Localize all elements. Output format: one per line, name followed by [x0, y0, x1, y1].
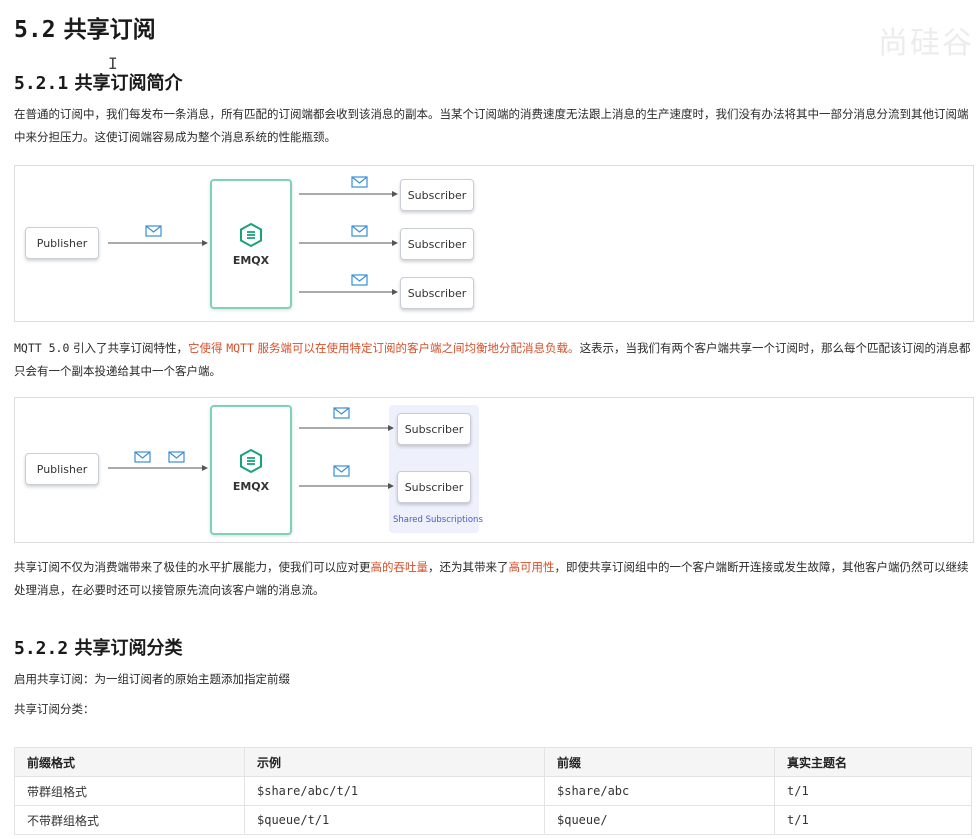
envelope-icon [351, 225, 368, 237]
subscriber-node: Subscriber [400, 179, 474, 211]
table-cell: $queue/ [544, 805, 775, 835]
classification-title: 共享订阅分类 [74, 638, 183, 659]
table-cell: $share/abc [544, 776, 775, 806]
envelope-icon [145, 225, 162, 237]
shared-subscription-diagram: Publisher EMQX Subscriber Subscriber Sha… [14, 397, 974, 543]
envelope-icon [351, 176, 368, 188]
para2-highlight-a: 它使得 [188, 341, 227, 355]
table-row: 带群组格式 $share/abc/t/1 $share/abc t/1 [14, 776, 972, 806]
intro-heading: 5.2.1 共享订阅简介 [14, 69, 182, 95]
classification-line-1: 启用共享订阅：为一组订阅者的原始主题添加指定前缀 [14, 672, 290, 686]
column-header: 真实主题名 [774, 747, 972, 777]
emqx-logo-icon [240, 448, 262, 473]
para3-highlight-throughput: 高的吞吐量 [370, 560, 429, 574]
envelope-icon [134, 451, 151, 463]
para3-highlight-availability: 高可用性 [508, 560, 555, 574]
broker-label: EMQX [232, 479, 270, 493]
section-title: 5.2 共享订阅 [14, 10, 156, 44]
column-header: 前缀格式 [14, 747, 245, 777]
publisher-node: Publisher [25, 453, 99, 485]
diagram2-connectors [108, 407, 394, 489]
para2-highlight-b: 服务端可以在使用特定订阅的客户端之间均衡地分配消息负载。 [253, 341, 580, 355]
broker-label: EMQX [232, 253, 270, 267]
publisher-node: Publisher [25, 227, 99, 259]
emqx-broker-node: EMQX [210, 405, 292, 535]
column-header: 示例 [244, 747, 545, 777]
para2-highlight-mqtt: MQTT [226, 341, 254, 355]
table-cell: t/1 [774, 776, 972, 806]
diagram1-connectors [108, 176, 398, 295]
subscriber-node: Subscriber [400, 277, 474, 309]
subscriber-node: Subscriber [397, 471, 471, 503]
table-cell: 带群组格式 [14, 776, 245, 806]
table-cell: $queue/t/1 [244, 805, 545, 835]
column-header: 前缀 [544, 747, 775, 777]
classification-line-2: 共享订阅分类： [14, 702, 95, 716]
intro-paragraph-2: MQTT 5.0 引入了共享订阅特性，它使得 MQTT 服务端可以在使用特定订阅… [14, 337, 974, 383]
mqtt-version: MQTT 5.0 [14, 341, 70, 355]
section-number: 5.2 [14, 17, 56, 43]
intro-number: 5.2.1 [14, 73, 69, 94]
envelope-icon [168, 451, 185, 463]
para2-text-a: 引入了共享订阅特性， [69, 341, 189, 355]
para3-text-a: 共享订阅不仅为消费端带来了极佳的水平扩展能力，使我们可以应对更 [14, 560, 371, 574]
table-cell: t/1 [774, 805, 972, 835]
intro-paragraph-3: 共享订阅不仅为消费端带来了极佳的水平扩展能力，使我们可以应对更高的吞吐量，还为其… [14, 556, 974, 602]
watermark: 尚硅谷 [878, 26, 974, 61]
subscriber-node: Subscriber [397, 413, 471, 445]
table-header-row: 前缀格式 示例 前缀 真实主题名 [14, 747, 972, 777]
intro-paragraph-1: 在普通的订阅中，我们每发布一条消息，所有匹配的订阅端都会收到该消息的副本。当某个… [14, 107, 969, 144]
table-cell: 不带群组格式 [14, 805, 245, 835]
table-row: 不带群组格式 $queue/t/1 $queue/ t/1 [14, 805, 972, 835]
subscriber-node: Subscriber [400, 228, 474, 260]
classification-number: 5.2.2 [14, 638, 69, 659]
emqx-broker-node: EMQX [210, 179, 292, 309]
section-title-text: 共享订阅 [63, 17, 156, 43]
normal-subscription-diagram: Publisher EMQX Subscriber Subscriber Sub… [14, 165, 974, 322]
shared-subscriptions-caption: Shared Subscriptions [393, 515, 483, 525]
emqx-logo-icon [240, 222, 262, 247]
envelope-icon [333, 465, 350, 477]
envelope-icon [333, 407, 350, 419]
intro-title: 共享订阅简介 [74, 73, 183, 94]
shared-subscription-table: 前缀格式 示例 前缀 真实主题名 带群组格式 $share/abc/t/1 $s… [14, 747, 972, 835]
table-cell: $share/abc/t/1 [244, 776, 545, 806]
envelope-icon [351, 274, 368, 286]
classification-heading: 5.2.2 共享订阅分类 [14, 634, 182, 660]
para3-text-b: ，还为其带来了 [428, 560, 509, 574]
